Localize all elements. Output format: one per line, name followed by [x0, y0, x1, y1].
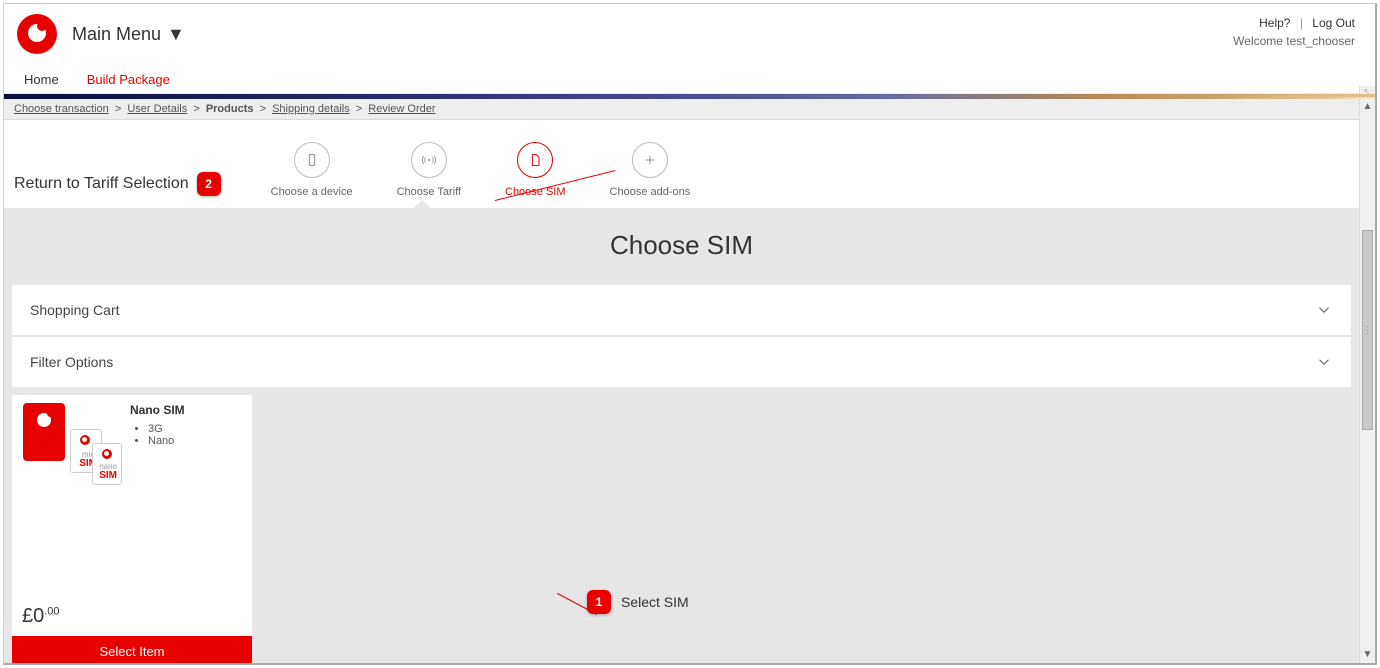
step-label: Choose add-ons [610, 186, 691, 198]
step-choose-device[interactable]: Choose a device [271, 142, 353, 198]
chevron-down-icon [1315, 353, 1333, 371]
filter-options-accordion[interactable]: Filter Options [12, 337, 1351, 387]
annotation-marker-2: 2 [197, 172, 221, 196]
main-menu-label: Main Menu [72, 24, 161, 45]
help-link[interactable]: Help? [1259, 16, 1290, 30]
scroll-track[interactable] [1360, 115, 1375, 647]
sim-product-card: micrSIM nanoSIM Nano SIM 3G Nano [12, 395, 252, 663]
welcome-text: Welcome test_chooser [1233, 34, 1355, 48]
product-features: 3G Nano [148, 423, 220, 447]
shopping-cart-accordion[interactable]: Shopping Cart [12, 285, 1351, 335]
main-menu-dropdown[interactable]: Main Menu ▼ [72, 24, 185, 45]
separator: | [1300, 16, 1303, 30]
breadcrumb: Choose transaction > User Details > Prod… [4, 99, 1359, 120]
vertical-scrollbar[interactable]: ▲ ▼ [1359, 99, 1375, 663]
scroll-down-icon[interactable]: ▼ [1360, 647, 1375, 663]
nav-home[interactable]: Home [24, 72, 59, 87]
nav-build-package[interactable]: Build Package [87, 72, 170, 87]
sim-icon [517, 142, 553, 178]
product-title: Nano SIM [130, 403, 220, 417]
steps-row: Return to Tariff Selection 2 Choose a de… [4, 120, 1359, 198]
caret-down-icon: ▼ [167, 24, 185, 45]
scroll-up-icon[interactable]: ▲ [1360, 99, 1375, 115]
plus-icon [632, 142, 668, 178]
feature-item: Nano [148, 435, 220, 447]
accordion-label: Shopping Cart [30, 302, 120, 318]
step-label: Choose Tariff [397, 186, 461, 198]
logout-link[interactable]: Log Out [1312, 16, 1355, 30]
top-right-links: Help? | Log Out Welcome test_chooser [1233, 16, 1355, 48]
return-to-tariff-label: Return to Tariff Selection [14, 175, 189, 193]
scroll-thumb[interactable] [1362, 230, 1373, 430]
crumb-products: Products [206, 103, 254, 115]
crumb-user-details[interactable]: User Details [127, 103, 187, 115]
top-bar: Main Menu ▼ Help? | Log Out Welcome test… [4, 4, 1375, 64]
accordion-label: Filter Options [30, 354, 113, 370]
select-item-button[interactable]: Select Item [12, 636, 252, 663]
content-area: Choose transaction > User Details > Prod… [4, 99, 1359, 663]
step-choose-addons[interactable]: Choose add-ons [610, 142, 691, 198]
step-choose-sim[interactable]: Choose SIM [505, 142, 566, 198]
step-choose-tariff[interactable]: Choose Tariff [397, 142, 461, 198]
device-icon [294, 142, 330, 178]
crumb-choose-transaction[interactable]: Choose transaction [14, 103, 109, 115]
crumb-shipping[interactable]: Shipping details [272, 103, 350, 115]
sim-card-illustration-icon: micrSIM nanoSIM [20, 403, 120, 497]
antenna-icon [411, 142, 447, 178]
sub-nav: Home Build Package [4, 64, 1375, 94]
step-label: Choose a device [271, 186, 353, 198]
grey-panel: Choose SIM Shopping Cart Filter Options … [4, 208, 1359, 663]
page-title: Choose SIM [4, 230, 1359, 261]
chevron-down-icon [1315, 301, 1333, 319]
product-price: £0.00 [22, 605, 242, 628]
feature-item: 3G [148, 423, 220, 435]
vodafone-logo-icon [17, 14, 57, 54]
step-label: Choose SIM [505, 186, 566, 198]
crumb-review[interactable]: Review Order [368, 103, 435, 115]
